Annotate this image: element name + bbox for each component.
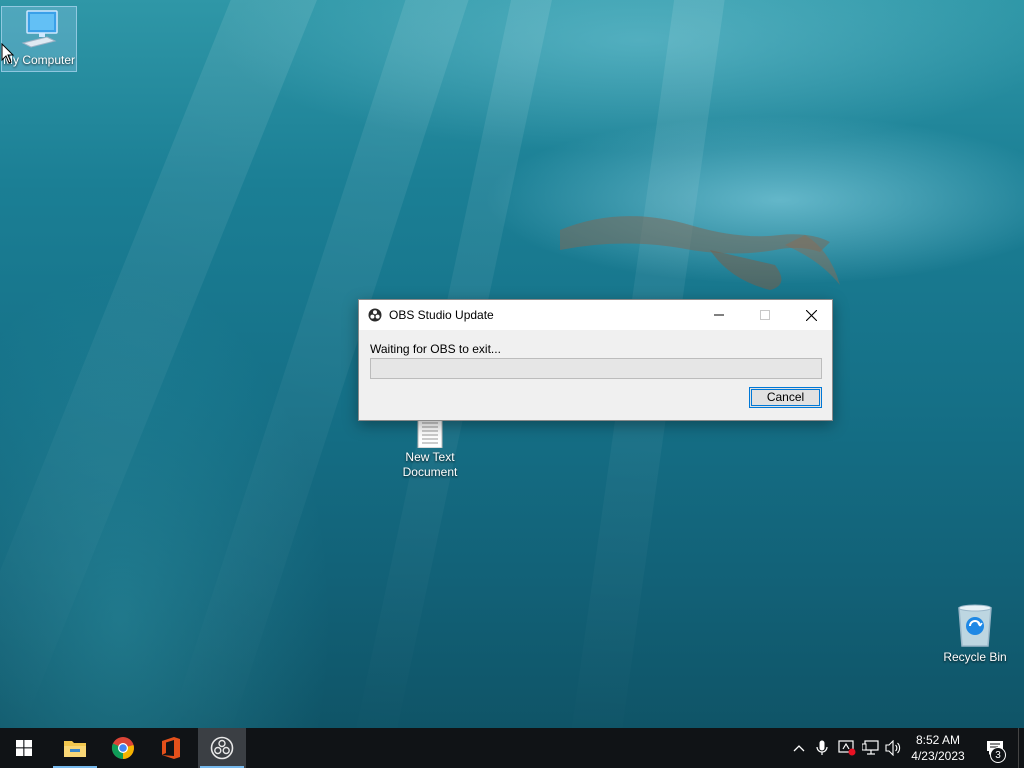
close-button[interactable]: [788, 300, 834, 330]
status-text: Waiting for OBS to exit...: [370, 342, 501, 356]
wallpaper-swimmer-silhouette: [560, 216, 840, 290]
notification-count-badge: 3: [990, 747, 1006, 763]
tray-microphone[interactable]: [811, 738, 833, 758]
network-icon: [862, 740, 879, 755]
obs-icon: [210, 736, 234, 760]
show-desktop-button[interactable]: [1018, 728, 1024, 768]
start-button[interactable]: [0, 728, 48, 768]
taskbar: 8:52 AM 4/23/2023 3: [0, 728, 1024, 768]
tray-security[interactable]: [836, 738, 858, 758]
light-ray: [0, 0, 328, 736]
tray-network[interactable]: [860, 738, 882, 758]
minimize-button[interactable]: [696, 300, 742, 330]
obs-logo-icon: [368, 308, 382, 322]
dialog-title: OBS Studio Update: [389, 308, 494, 322]
clock-date: 4/23/2023: [911, 749, 965, 763]
update-progress-bar: [370, 358, 822, 379]
dialog-titlebar[interactable]: OBS Studio Update: [359, 300, 832, 330]
volume-icon: [885, 740, 901, 756]
clock-time: 8:52 AM: [915, 733, 961, 747]
taskbar-clock[interactable]: 8:52 AM 4/23/2023: [906, 732, 970, 764]
chrome-icon: [111, 737, 134, 760]
computer-icon: [21, 10, 58, 48]
obs-update-dialog: OBS Studio Update Waiting for OBS to exi…: [358, 299, 833, 421]
desktop-icon-label: New Text Document: [402, 450, 458, 479]
maximize-icon: [760, 310, 770, 320]
taskbar-chrome[interactable]: [99, 728, 147, 768]
maximize-button[interactable]: [742, 300, 788, 330]
tray-overflow-button[interactable]: [788, 738, 810, 758]
desktop-icon-new-text-document[interactable]: New Text Document: [392, 418, 468, 480]
close-icon: [805, 309, 817, 321]
text-document-icon: [417, 418, 443, 448]
microphone-icon: [816, 740, 828, 755]
windows-logo-icon: [16, 740, 32, 756]
minimize-icon: [714, 314, 724, 316]
cancel-button[interactable]: Cancel: [749, 387, 822, 408]
desktop-icon-recycle-bin[interactable]: Recycle Bin: [937, 602, 1013, 665]
tray-volume[interactable]: [883, 738, 905, 758]
chevron-up-icon: [793, 745, 805, 752]
office-icon: [162, 737, 180, 759]
mouse-cursor-icon: [1, 43, 15, 64]
recycle-bin-icon: [958, 604, 992, 647]
taskbar-obs[interactable]: [198, 728, 246, 768]
taskbar-file-explorer[interactable]: [51, 728, 99, 768]
security-alert-icon: [838, 740, 856, 756]
desktop-icon-label: Recycle Bin: [943, 650, 1007, 664]
taskbar-office[interactable]: [147, 728, 195, 768]
file-explorer-icon: [64, 741, 86, 757]
